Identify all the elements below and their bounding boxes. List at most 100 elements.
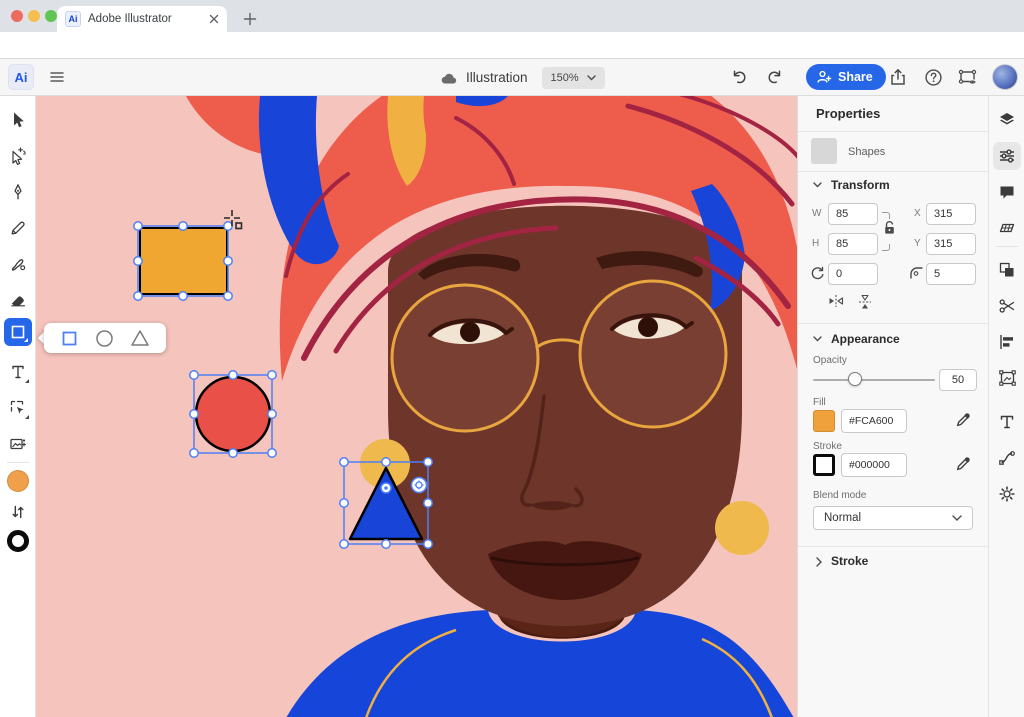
place-image-tool[interactable] [0, 426, 36, 462]
lock-proportions-icon[interactable] [883, 220, 896, 235]
opacity-slider-handle[interactable] [848, 372, 862, 386]
pen-tool[interactable] [0, 174, 36, 210]
window-minimize-button[interactable] [28, 10, 40, 22]
properties-panel: Properties Shapes Transform W X H Y [797, 96, 988, 717]
chevron-down-icon[interactable] [813, 336, 822, 342]
align-icon[interactable] [989, 324, 1024, 360]
window-zoom-button[interactable] [45, 10, 57, 22]
eraser-tool[interactable] [0, 282, 36, 318]
opacity-slider-track[interactable] [813, 379, 935, 381]
browser-tab[interactable]: Ai Adobe Illustrator [57, 6, 227, 32]
appearance-section-header[interactable]: Appearance [831, 332, 900, 346]
invite-person-icon [816, 69, 832, 85]
stroke-color-swatch[interactable] [7, 530, 29, 552]
link-bracket-bottom [882, 244, 890, 251]
canvas-artwork [36, 96, 797, 717]
rectangle-shape[interactable] [140, 228, 227, 294]
stroke-hex-input[interactable] [841, 453, 907, 477]
window-close-button[interactable] [11, 10, 23, 22]
selection-label: Shapes [848, 146, 885, 158]
eyedropper-icon[interactable] [955, 455, 972, 472]
w-label: W [812, 208, 821, 219]
redo-icon[interactable] [766, 68, 784, 86]
text-properties-icon[interactable] [989, 404, 1024, 440]
stroke-label: Stroke [813, 441, 842, 452]
blend-mode-dropdown[interactable]: Normal [813, 506, 973, 530]
fill-label: Fill [813, 397, 826, 408]
right-icon-strip [988, 96, 1024, 717]
corner-radius-input[interactable] [926, 263, 976, 285]
x-input[interactable] [926, 203, 976, 225]
width-input[interactable] [828, 203, 878, 225]
fill-color-swatch[interactable] [7, 470, 29, 492]
help-icon[interactable] [924, 68, 943, 87]
eyedropper-icon[interactable] [955, 411, 972, 428]
iris-left [460, 322, 480, 342]
zoom-level-value: 150% [551, 72, 579, 84]
tools-panel [0, 96, 36, 717]
stroke-color-chip[interactable] [813, 454, 835, 476]
libraries-icon[interactable] [989, 210, 1024, 246]
brush-tool[interactable] [0, 246, 36, 282]
h-label: H [812, 238, 819, 249]
new-tab-button[interactable] [238, 7, 262, 31]
artboard-tool[interactable] [0, 390, 36, 426]
pencil-tool[interactable] [0, 210, 36, 246]
arrange-icon[interactable] [989, 252, 1024, 288]
blend-mode-value: Normal [824, 512, 952, 524]
canvas[interactable] [36, 96, 797, 717]
selection-swatch [811, 138, 837, 164]
path-curve-icon[interactable] [989, 440, 1024, 476]
flyout-triangle-option[interactable] [127, 325, 153, 351]
illustrator-favicon: Ai [65, 11, 81, 27]
selection-tool[interactable] [0, 102, 36, 138]
properties-icon[interactable] [989, 138, 1024, 174]
fill-hex-input[interactable] [841, 409, 907, 433]
document-title: Illustration [466, 70, 528, 85]
flip-vertical-icon[interactable] [858, 294, 872, 310]
review-icon[interactable] [958, 68, 978, 87]
browser-window: Ai Adobe Illustrator preview.illustra [0, 0, 1024, 717]
stroke-section-header[interactable]: Stroke [831, 554, 868, 568]
fill-color-chip[interactable] [813, 410, 835, 432]
mask-frame-icon[interactable] [989, 360, 1024, 396]
settings-gear-icon[interactable] [989, 476, 1024, 512]
comment-icon[interactable] [989, 174, 1024, 210]
zoom-level-dropdown[interactable]: 150% [542, 67, 605, 89]
direct-selection-tool[interactable] [0, 138, 36, 174]
rectangle-tool-selected[interactable] [4, 318, 32, 346]
cloud-document-icon [440, 71, 458, 85]
undo-icon[interactable] [730, 68, 748, 86]
panel-title: Properties [816, 106, 880, 121]
flyout-ellipse-option[interactable] [92, 325, 118, 351]
rotation-icon [810, 266, 824, 280]
blend-mode-label: Blend mode [813, 490, 866, 501]
user-avatar[interactable] [992, 64, 1018, 90]
earring-right [715, 501, 769, 555]
illustrator-header: Ai Illustration 150% Share [0, 59, 1024, 96]
tab-close-icon[interactable] [209, 14, 219, 24]
iris-right [638, 317, 658, 337]
y-input[interactable] [926, 233, 976, 255]
chevron-down-icon[interactable] [813, 182, 822, 188]
toolbar-divider [7, 462, 29, 463]
rotation-input[interactable] [828, 263, 878, 285]
opacity-input[interactable] [939, 369, 977, 391]
chevron-down-icon [587, 75, 596, 81]
swap-colors-icon[interactable] [0, 494, 36, 530]
export-icon[interactable] [888, 67, 908, 87]
layers-icon[interactable] [989, 102, 1024, 138]
illustrator-logo: Ai [8, 64, 34, 90]
flyout-rectangle-option[interactable] [57, 325, 83, 351]
share-button[interactable]: Share [806, 64, 886, 90]
type-tool[interactable] [0, 354, 36, 390]
menu-icon[interactable] [48, 68, 66, 86]
scissors-icon[interactable] [989, 288, 1024, 324]
ellipse-shape[interactable] [196, 377, 270, 451]
flip-horizontal-icon[interactable] [828, 294, 844, 308]
triangle-action-badge[interactable] [412, 478, 427, 493]
strip-divider [996, 246, 1018, 247]
chevron-right-icon[interactable] [816, 557, 822, 567]
height-input[interactable] [828, 233, 878, 255]
transform-section-header[interactable]: Transform [831, 178, 890, 192]
